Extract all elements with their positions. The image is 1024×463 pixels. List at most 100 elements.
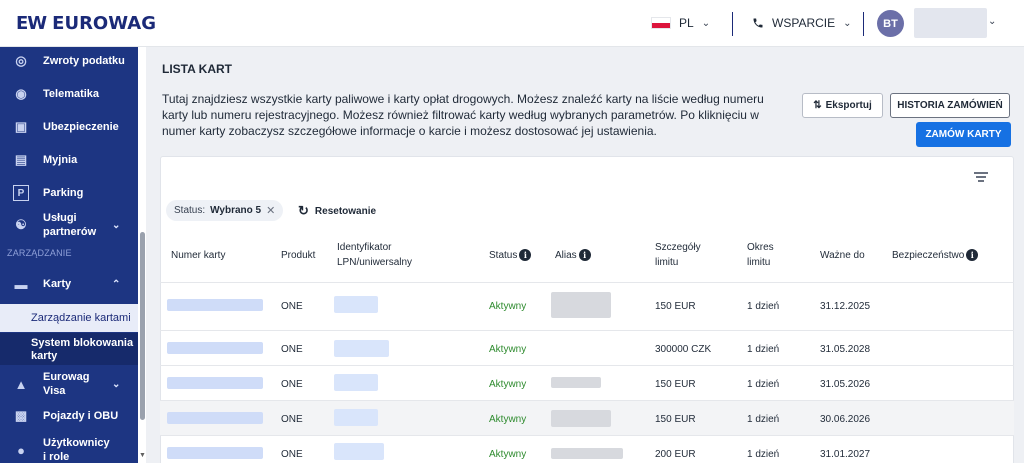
filter-chip-prefix: Status:: [174, 205, 206, 216]
alias-redacted: [551, 377, 601, 388]
sidebar-item-insurance[interactable]: ▣ Ubezpieczenie: [0, 117, 138, 137]
card-number-redacted[interactable]: [167, 342, 263, 354]
cell-product: ONE: [281, 414, 303, 425]
sidebar-item-partners[interactable]: ☯ Usługi partnerów ⌄: [0, 210, 138, 240]
logo-text: EUROWAG: [52, 13, 156, 34]
user-name-redacted[interactable]: [914, 8, 987, 38]
order-history-button[interactable]: HISTORIA ZAMÓWIEŃ: [890, 93, 1010, 118]
sidebar-item-carwash[interactable]: ▤ Myjnia: [0, 150, 138, 170]
cell-period: 1 dzień: [747, 379, 780, 390]
sidebar-item-parking[interactable]: P Parking: [0, 183, 138, 203]
sidebar-item-cards[interactable]: ▬ Karty ⌃: [0, 274, 138, 294]
identifier-redacted: [334, 374, 378, 391]
column-header-card-number[interactable]: Numer karty: [171, 248, 225, 263]
alias-redacted: [551, 410, 611, 427]
cell-limit: 300000 CZK: [655, 344, 712, 355]
cell-status: Aktywny: [489, 379, 527, 390]
sidebar-item-label: Zwroty podatku: [43, 55, 125, 67]
cell-status: Aktywny: [489, 301, 527, 312]
sidebar-item-label: Eurowag Visa: [43, 371, 90, 397]
cell-period: 1 dzień: [747, 301, 780, 312]
card-number-redacted[interactable]: [167, 377, 263, 389]
cell-status: Aktywny: [489, 414, 527, 425]
row-divider: [160, 282, 1014, 283]
language-label: PL: [679, 16, 694, 30]
identifier-redacted: [334, 340, 389, 357]
language-selector[interactable]: PL ⌄: [651, 16, 710, 30]
chevron-down-icon: ⌄: [112, 219, 121, 231]
info-icon[interactable]: i: [578, 249, 591, 262]
row-divider: [160, 365, 1014, 366]
cell-period: 1 dzień: [747, 414, 780, 425]
card-number-redacted[interactable]: [167, 299, 263, 311]
column-header-product[interactable]: Produkt: [281, 248, 315, 263]
sidebar-item-eurowag-visa[interactable]: ▲ Eurowag Visa ⌄: [0, 370, 138, 398]
sidebar-item-label: Pojazdy i OBU: [43, 410, 119, 422]
row-divider: [160, 400, 1014, 401]
column-header-limit-period[interactable]: Okres limitu: [747, 240, 787, 270]
partners-icon: ☯: [15, 217, 27, 232]
cell-product: ONE: [281, 301, 303, 312]
sidebar-section-label: ZARZĄDZANIE: [7, 248, 72, 258]
alias-redacted: [551, 292, 611, 318]
sidebar-item-label: Usługi partnerów: [43, 212, 97, 238]
cell-limit: 150 EUR: [655, 414, 696, 425]
column-header-valid-to[interactable]: Ważne do: [820, 248, 865, 263]
sidebar-item-label: Parking: [43, 187, 84, 199]
column-header-security-label: Bezpieczeństwo: [892, 250, 965, 261]
info-icon[interactable]: i: [966, 249, 979, 262]
filter-icon[interactable]: [974, 172, 988, 182]
order-cards-button[interactable]: ZAMÓW KARTY: [916, 122, 1011, 147]
insurance-icon: ▣: [14, 119, 28, 134]
sidebar-item-users[interactable]: ● Użytkownicy i role: [0, 436, 138, 463]
identifier-redacted: [334, 409, 378, 426]
support-menu[interactable]: WSPARCIE ⌄: [752, 16, 852, 30]
top-bar: EW EUROWAG PL ⌄ WSPARCIE ⌄ BT ⌄: [0, 0, 1024, 47]
status-filter-chip[interactable]: Status: Wybrano 5 ✕: [166, 200, 284, 221]
page-title: LISTA KART: [162, 62, 232, 76]
identifier-redacted: [334, 443, 384, 460]
column-header-limit-details[interactable]: Szczegóły limitu: [655, 240, 725, 270]
divider: [863, 12, 864, 36]
export-label: Eksportuj: [825, 100, 872, 111]
scroll-down-arrow-icon[interactable]: ▼: [139, 452, 146, 459]
reset-filters-button[interactable]: ↻ Resetowanie: [298, 203, 376, 219]
avatar[interactable]: BT: [877, 10, 904, 37]
logo[interactable]: EW EUROWAG: [16, 13, 156, 34]
refresh-icon: ↻: [298, 203, 309, 218]
chevron-down-icon: ⌄: [112, 378, 121, 390]
column-header-status[interactable]: Status i: [489, 248, 532, 263]
column-header-security[interactable]: Bezpieczeństwo i: [892, 248, 979, 263]
cell-status: Aktywny: [489, 449, 527, 460]
column-header-identifier[interactable]: Identyfikator LPN/uniwersalny: [337, 240, 427, 270]
telematics-icon: ◉: [15, 86, 27, 101]
chevron-down-icon[interactable]: ⌄: [988, 16, 996, 27]
sidebar-item-label: Karty: [43, 278, 72, 290]
sidebar-item-telematics[interactable]: ◉ Telematika: [0, 84, 138, 104]
row-divider: [160, 330, 1014, 331]
sidebar-subitem-card-blocking[interactable]: System blokowania karty: [0, 333, 138, 365]
carwash-icon: ▤: [14, 152, 28, 167]
sidebar-item-label: Użytkownicy i role: [43, 437, 110, 463]
cards-icon: ▬: [14, 276, 28, 292]
export-button[interactable]: ⇅ Eksportuj: [802, 93, 883, 118]
cell-valid-to: 30.06.2026: [820, 414, 871, 425]
column-header-alias[interactable]: Alias i: [555, 248, 591, 263]
sidebar-subitem-card-management[interactable]: Zarządzanie kartami: [0, 304, 138, 332]
sidebar-item-tax-refund[interactable]: ◎ Zwroty podatku: [0, 51, 138, 71]
cell-valid-to: 31.05.2028: [820, 344, 871, 355]
visa-icon: ▲: [14, 376, 28, 392]
info-icon[interactable]: i: [519, 249, 532, 262]
card-number-redacted[interactable]: [167, 447, 263, 459]
cell-valid-to: 31.12.2025: [820, 301, 871, 312]
row-divider: [160, 435, 1014, 436]
card-number-redacted[interactable]: [167, 412, 263, 424]
cell-period: 1 dzień: [747, 449, 780, 460]
identifier-redacted: [334, 296, 378, 313]
close-icon[interactable]: ✕: [266, 204, 275, 217]
cell-limit: 150 EUR: [655, 301, 696, 312]
sidebar-scrollbar-thumb[interactable]: [140, 232, 145, 420]
sidebar-item-vehicles[interactable]: ▩ Pojazdy i OBU: [0, 406, 138, 426]
cell-valid-to: 31.05.2026: [820, 379, 871, 390]
sort-arrows-icon: ⇅: [813, 100, 822, 111]
